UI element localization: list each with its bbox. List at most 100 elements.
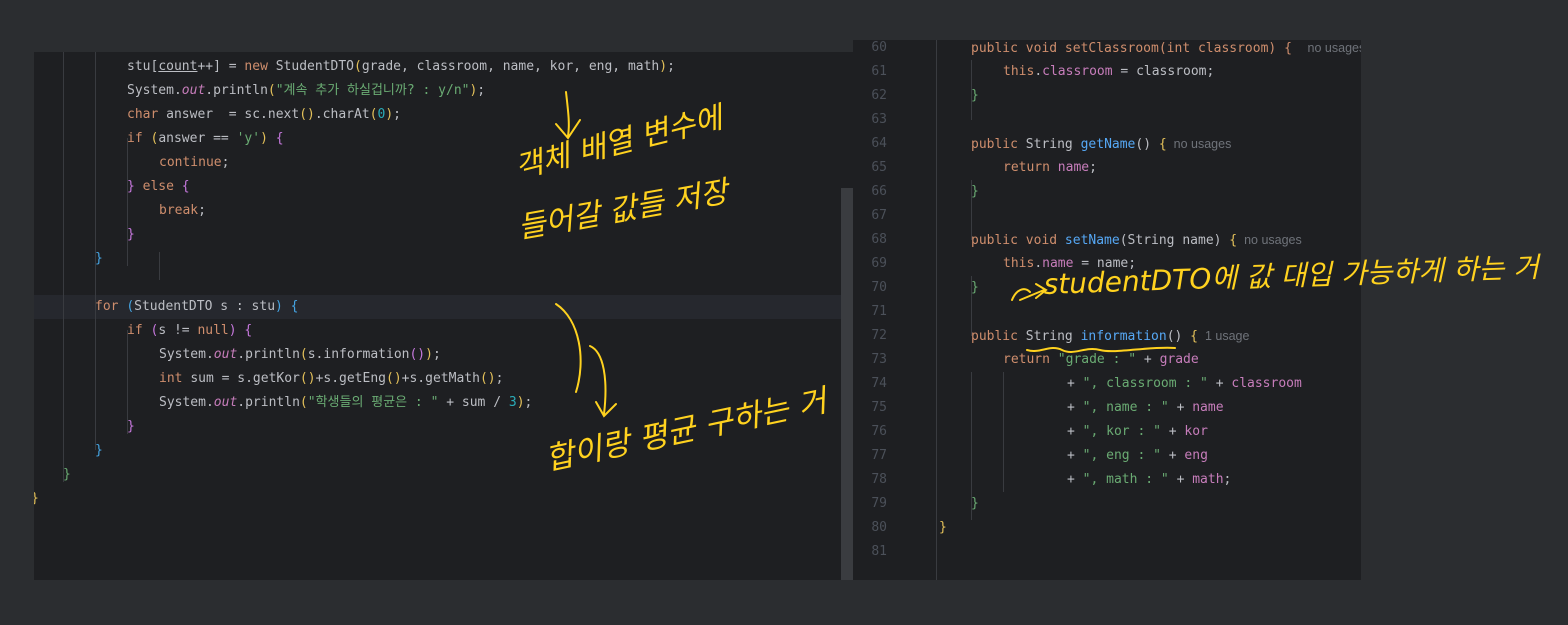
code-token: + <box>1067 448 1083 463</box>
indent-guide <box>936 40 937 580</box>
code-text: } <box>971 276 979 300</box>
code-line[interactable]: System.out.println("학생들의 평균은 : " + sum /… <box>34 391 853 415</box>
editor-right-pane[interactable]: 60 public void setClassroom(int classroom… <box>853 40 1361 580</box>
code-line[interactable]: continue; <box>34 151 853 175</box>
editor-left-pane[interactable]: stu[count++] = new StudentDTO(grade, cla… <box>34 52 853 580</box>
code-token: } <box>939 520 947 535</box>
code-line[interactable]: 71 <box>853 300 1361 324</box>
code-token: ) <box>516 395 525 410</box>
code-token: for <box>95 299 127 314</box>
code-token: String name <box>1127 233 1214 248</box>
line-number: 80 <box>871 520 887 535</box>
code-text: } <box>971 492 979 516</box>
code-line[interactable]: System.out.println(s.information()); <box>34 343 853 367</box>
code-token: ( <box>299 347 308 362</box>
code-line[interactable]: 76 + ", kor : " + kor <box>853 420 1361 444</box>
vertical-scrollbar[interactable] <box>841 188 853 580</box>
code-token: ) <box>260 131 268 146</box>
code-token: .charAt <box>314 107 370 122</box>
code-line[interactable]: 60 public void setClassroom(int classroom… <box>853 40 1361 60</box>
line-number: 75 <box>871 400 887 415</box>
code-line[interactable]: 77 + ", eng : " + eng <box>853 444 1361 468</box>
code-token: "계속 추가 하실겁니까? : y/n" <box>275 83 470 98</box>
code-text: this.name = name; <box>1003 252 1136 276</box>
code-token: public <box>971 137 1026 152</box>
code-line[interactable]: 61 this.classroom = classroom; <box>853 60 1361 84</box>
code-line[interactable]: 62} <box>853 84 1361 108</box>
code-token: public <box>971 329 1026 344</box>
code-token: ", name : " <box>1082 400 1169 415</box>
code-line[interactable]: 65 return name; <box>853 156 1361 180</box>
code-line[interactable]: } <box>34 439 853 463</box>
code-line[interactable]: 80} <box>853 516 1361 540</box>
code-token: + <box>1067 424 1083 439</box>
code-line[interactable]: 74 + ", classroom : " + classroom <box>853 372 1361 396</box>
code-text: + ", kor : " + kor <box>1067 420 1208 444</box>
code-line[interactable]: for (StudentDTO s : stu) { <box>34 295 853 319</box>
code-line[interactable]: } <box>34 415 853 439</box>
code-token: System. <box>127 83 182 98</box>
code-line[interactable]: 78 + ", math : " + math; <box>853 468 1361 492</box>
line-number: 79 <box>871 496 887 511</box>
code-text: System.out.println("계속 추가 하실겁니까? : y/n")… <box>127 79 485 103</box>
line-number: 81 <box>871 544 887 559</box>
code-token: out <box>213 395 238 410</box>
code-token: () <box>299 371 316 386</box>
line-number: 64 <box>871 136 887 151</box>
line-number: 71 <box>871 304 887 319</box>
code-text: for (StudentDTO s : stu) { <box>95 295 299 319</box>
code-token: null <box>197 323 229 338</box>
code-line[interactable]: 67 <box>853 204 1361 228</box>
code-token: eng <box>1184 448 1208 463</box>
code-token: this <box>1003 256 1035 271</box>
code-line[interactable] <box>34 271 853 295</box>
code-line[interactable]: 66} <box>853 180 1361 204</box>
indent-guide <box>971 276 972 336</box>
code-text: public void setName(String name) { no us… <box>971 228 1302 253</box>
code-token: name <box>1192 400 1224 415</box>
code-text: } <box>95 247 103 271</box>
code-line[interactable]: if (s != null) { <box>34 319 853 343</box>
code-text: break; <box>159 199 206 223</box>
code-token: System. <box>159 347 214 362</box>
code-token: ", classroom : " <box>1082 376 1208 391</box>
line-number: 67 <box>871 208 887 223</box>
code-line[interactable]: break; <box>34 199 853 223</box>
code-token: public void setClassroom(int classroom) … <box>971 41 1308 56</box>
code-token: kor <box>1184 424 1208 439</box>
code-token: classroom <box>1042 64 1113 79</box>
code-line[interactable]: } <box>34 247 853 271</box>
code-line[interactable]: 70} <box>853 276 1361 300</box>
code-text: if (answer == 'y') { <box>127 127 284 151</box>
code-token: + sum / <box>438 395 509 410</box>
code-line[interactable]: 68 public void setName(String name) { no … <box>853 228 1361 252</box>
code-text: + ", eng : " + eng <box>1067 444 1208 468</box>
code-line[interactable]: 64 public String getName() { no usages <box>853 132 1361 156</box>
code-line[interactable]: } <box>34 223 853 247</box>
code-line[interactable]: int sum = s.getKor()+s.getEng()+s.getMat… <box>34 367 853 391</box>
code-line[interactable]: 73 return "grade : " + grade <box>853 348 1361 372</box>
code-token: if <box>127 323 151 338</box>
code-line[interactable]: 75 + ", name : " + name <box>853 396 1361 420</box>
code-line[interactable]: stu[count++] = new StudentDTO(grade, cla… <box>34 55 853 79</box>
code-token: name <box>1042 256 1074 271</box>
code-text: if (s != null) { <box>127 319 252 343</box>
code-token: ; <box>432 347 441 362</box>
code-line[interactable]: 72 public String information() { 1 usage <box>853 324 1361 348</box>
line-number: 76 <box>871 424 887 439</box>
code-line[interactable]: 81 <box>853 540 1361 564</box>
code-text: this.classroom = classroom; <box>1003 60 1214 84</box>
code-line[interactable]: char answer = sc.next().charAt(0); <box>34 103 853 127</box>
code-line[interactable]: 79} <box>853 492 1361 516</box>
code-line[interactable]: 63 <box>853 108 1361 132</box>
code-line[interactable]: if (answer == 'y') { <box>34 127 853 151</box>
code-text: + ", math : " + math; <box>1067 468 1231 492</box>
code-line[interactable]: } <box>34 463 853 487</box>
code-token: { <box>181 179 190 194</box>
code-line[interactable]: 69 this.name = name; <box>853 252 1361 276</box>
code-text: } <box>971 180 979 204</box>
code-line[interactable]: } else { <box>34 175 853 199</box>
code-line[interactable]: System.out.println("계속 추가 하실겁니까? : y/n")… <box>34 79 853 103</box>
code-line[interactable]: } <box>34 487 853 511</box>
indent-guide <box>971 60 972 120</box>
